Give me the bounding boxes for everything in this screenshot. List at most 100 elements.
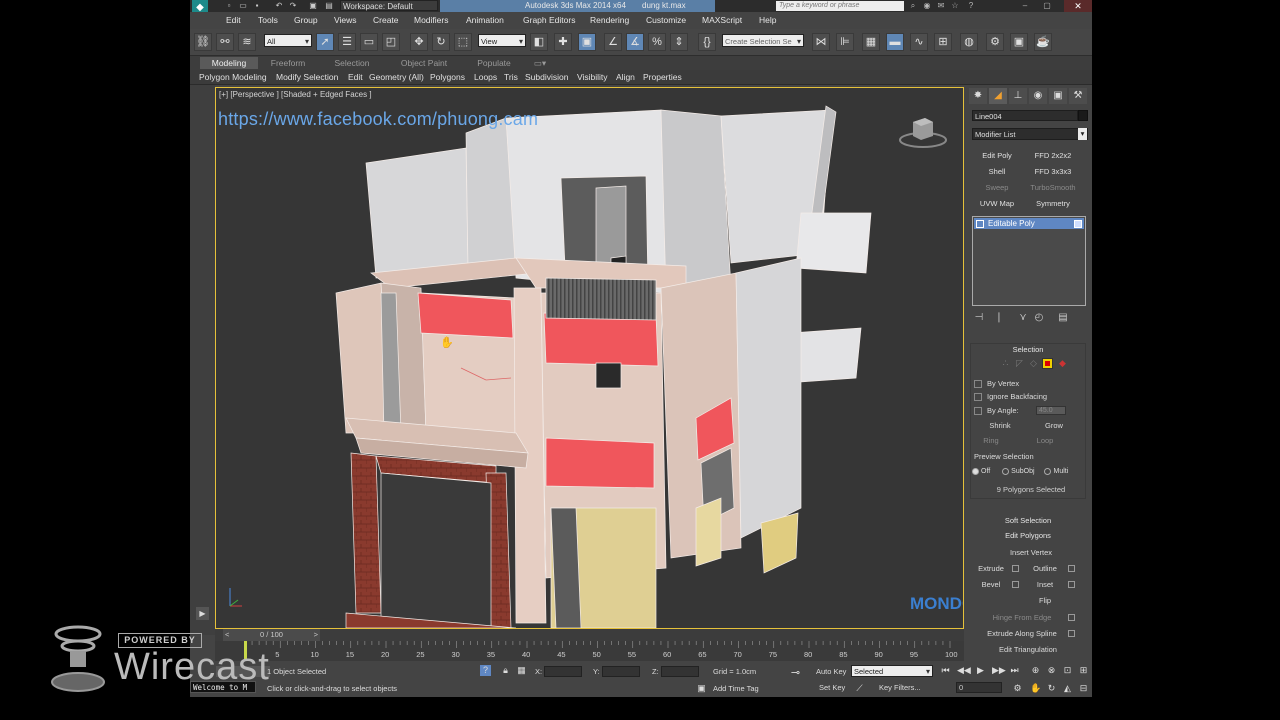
menu-modifiers[interactable]: Modifiers [414,15,448,26]
zoom-extents-all-icon[interactable]: ⊞ [1078,665,1089,676]
by-vertex-checkbox[interactable]: By Vertex [974,379,1019,389]
polygon-subobject-icon[interactable] [1042,358,1053,369]
outline-settings-icon[interactable] [1068,565,1075,572]
y-coordinate-field[interactable] [602,666,640,677]
selection-filter-dropdown[interactable]: All [264,34,312,48]
tab-object-paint[interactable]: Object Paint [390,57,458,69]
save-file-icon[interactable]: ▪ [252,1,262,10]
unlink-icon[interactable]: ⚯ [216,33,234,51]
communication-icon[interactable]: ✉ [936,0,946,11]
field-of-view-icon[interactable]: ◭ [1062,683,1073,694]
expand-arrow-icon[interactable]: ▶ [196,607,209,620]
display-tab-icon[interactable]: ▣ [1049,88,1067,104]
configure-modifier-sets-icon[interactable]: ▤ [1056,311,1070,325]
panel-loops[interactable]: Loops [474,71,497,83]
expand-plus-icon[interactable] [976,220,984,228]
curve-editor-icon[interactable]: ∿ [910,33,928,51]
open-file-icon[interactable]: ▭ [238,1,248,10]
make-unique-icon[interactable]: ⋎ [1016,311,1030,325]
menu-customize[interactable]: Customize [646,15,686,26]
rectangular-selection-icon[interactable]: ▭ [360,33,378,51]
spinner-snap-icon[interactable]: ⇕ [670,33,688,51]
tab-populate[interactable]: Populate [468,57,520,69]
scene-model[interactable] [216,88,964,629]
menu-group[interactable]: Group [294,15,318,26]
show-end-result-icon[interactable]: ❘ [992,311,1006,325]
current-frame-field[interactable]: 0 [956,682,1002,693]
utilities-tab-icon[interactable]: ⚒ [1069,88,1087,104]
add-time-tag-button[interactable]: Add Time Tag [713,683,759,694]
subscription-icon[interactable]: ◉ [922,0,932,11]
set-key-icon[interactable]: ⟋ [854,683,865,694]
search-input[interactable]: Type a keyword or phrase [776,1,904,11]
element-subobject-icon[interactable]: ◆ [1057,358,1068,369]
undo-icon[interactable]: ↶ [274,1,284,10]
ribbon-options-icon[interactable]: ▭▾ [530,57,550,69]
stack-item-editable-poly[interactable]: Editable Poly [974,218,1084,229]
link-icon[interactable]: ⛓ [194,33,212,51]
panel-modify-selection[interactable]: Modify Selection [276,71,338,83]
viewcube-icon[interactable] [899,110,947,150]
new-file-icon[interactable]: ▫ [224,1,234,10]
track-bar[interactable]: 5 10 15 20 25 30 35 40 45 50 55 60 65 70 75 80 85 90 95 100 [215,641,964,661]
next-frame-button-icon[interactable]: ▶▶ [992,665,1006,676]
key-filters-button[interactable]: Key Filters... [879,682,921,693]
material-editor-icon[interactable]: ◍ [960,33,978,51]
object-name-field[interactable]: Line004 [972,110,1078,121]
modifier-uvw-map-button[interactable]: UVW Map [972,198,1022,210]
key-icon[interactable]: ⊸ [790,668,801,679]
panel-polygons[interactable]: Polygons [430,71,465,83]
object-color-swatch[interactable] [1078,110,1088,121]
select-object-icon[interactable]: ➚ [316,33,334,51]
workspace-dropdown[interactable]: Workspace: Default [340,0,438,11]
tab-selection[interactable]: Selection [326,57,378,69]
selection-lock-icon[interactable]: ? [480,665,491,676]
project-folder-icon[interactable]: ▤ [324,1,334,10]
scale-icon[interactable]: ⬚ [454,33,472,51]
percent-snap-icon[interactable]: % [648,33,666,51]
window-crossing-icon[interactable]: ◰ [382,33,400,51]
ignore-backfacing-checkbox[interactable]: Ignore Backfacing [974,392,1047,402]
modifier-stack[interactable]: Editable Poly [972,216,1086,306]
outline-button[interactable]: Outline [1028,563,1062,574]
panel-properties[interactable]: Properties [643,71,682,83]
time-tag-icon[interactable]: ▣ [696,683,707,694]
panel-subdivision[interactable]: Subdivision [525,71,568,83]
panel-polygon-modeling[interactable]: Polygon Modeling [199,71,267,83]
panel-align[interactable]: Align [616,71,635,83]
welcome-input[interactable]: Welcome to M [190,681,256,693]
lock-icon[interactable]: 🔒︎ [500,665,511,676]
angle-snap-icon[interactable]: ∡ [626,33,644,51]
panel-tris[interactable]: Tris [504,71,518,83]
orbit-icon[interactable]: ↻ [1046,683,1057,694]
absolute-mode-icon[interactable]: ▦ [516,665,527,676]
modifier-sweep-button[interactable]: Sweep [972,182,1022,194]
remove-modifier-icon[interactable]: ◴ [1032,311,1046,325]
shrink-button[interactable]: Shrink [976,420,1024,431]
select-by-name-icon[interactable]: ☰ [338,33,356,51]
panel-visibility[interactable]: Visibility [577,71,608,83]
render-production-icon[interactable]: ☕ [1034,33,1052,51]
toggle-ribbon-icon[interactable]: ▬ [886,33,904,51]
loop-button[interactable]: Loop [1030,435,1060,446]
extrude-settings-icon[interactable] [1012,565,1019,572]
menu-animation[interactable]: Animation [466,15,504,26]
rotate-icon[interactable]: ↻ [432,33,450,51]
time-configuration-icon[interactable]: ⚙ [1012,683,1023,694]
menu-edit[interactable]: Edit [226,15,241,26]
edge-subobject-icon[interactable]: ◸ [1014,358,1025,369]
render-setup-icon[interactable]: ⚙ [986,33,1004,51]
modifier-turbosmooth-button[interactable]: TurboSmooth [1028,182,1078,194]
hinge-from-edge-button[interactable]: Hinge From Edge [974,612,1070,623]
edit-polygons-rollout-title[interactable]: Edit Polygons [971,531,1085,541]
tab-modeling[interactable]: Modeling [200,57,258,69]
mirror-icon[interactable]: ⋈ [812,33,830,51]
modifier-ffd-3x3x3-button[interactable]: FFD 3x3x3 [1028,166,1078,178]
zoom-extents-icon[interactable]: ⊡ [1062,665,1073,676]
search-icon[interactable]: ⌕ [908,0,918,11]
ring-button[interactable]: Ring [976,435,1006,446]
modifier-shell-button[interactable]: Shell [972,166,1022,178]
stack-toggle-icon[interactable] [1074,220,1082,228]
radio-multi[interactable]: Multi [1044,467,1068,475]
border-subobject-icon[interactable]: ◇ [1028,358,1039,369]
